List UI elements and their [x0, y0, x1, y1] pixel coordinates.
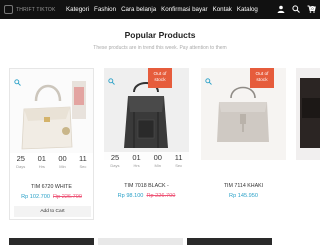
partial-bag-illustration: [300, 78, 320, 148]
main-nav: Kategori Fashion Cara belanja Konfirmasi…: [66, 6, 258, 13]
countdown-seconds: 11 Sec: [79, 153, 87, 169]
countdown-hours: 01 Hrs: [38, 153, 46, 169]
nav-item-konfirmasi-bayar[interactable]: Konfirmasi bayar: [161, 6, 207, 13]
logo-text: THRIFT TIKTOK: [16, 6, 56, 13]
nav-item-fashion[interactable]: Fashion: [94, 6, 116, 13]
countdown-hours-value: 01: [132, 153, 141, 162]
black-backpack-illustration: [124, 82, 168, 148]
current-price: Rp 98.100: [117, 193, 144, 199]
countdown-timer: 25 Days 01 Hrs 00 Min 11 Sec: [10, 153, 93, 179]
product-card-partial[interactable]: [296, 68, 320, 220]
preview-tile: [9, 238, 94, 245]
add-to-cart-button[interactable]: Add to Cart: [14, 206, 91, 217]
nav-item-katalog[interactable]: Katalog: [237, 6, 258, 13]
countdown-minutes-label: Min: [59, 164, 66, 169]
old-price: Rp 226.700: [53, 194, 82, 200]
white-handbag-illustration: [21, 81, 86, 150]
zoom-icon[interactable]: [108, 72, 115, 85]
nav-item-kategori[interactable]: Kategori: [66, 6, 89, 13]
product-image[interactable]: [10, 69, 93, 161]
section-title: Popular Products: [124, 30, 196, 40]
preview-tile: [98, 238, 183, 245]
countdown-seconds-label: Sec: [175, 163, 183, 168]
product-name[interactable]: TIM 7114 KHAKI: [201, 183, 286, 189]
nav-item-kontak[interactable]: Kontak: [213, 6, 232, 13]
countdown-days-label: Days: [110, 163, 120, 168]
countdown-seconds: 11 Sec: [175, 152, 183, 168]
countdown-seconds-value: 11: [174, 153, 183, 162]
product-price: Rp 98.100 Rp 226.700: [104, 193, 189, 199]
product-name[interactable]: TIM 6720 WHITE: [10, 184, 93, 190]
countdown-days-label: Days: [16, 164, 26, 169]
countdown-minutes-label: Min: [154, 163, 161, 168]
preview-tile: [187, 238, 272, 245]
product-price: Rp 102.700 Rp 226.700: [10, 194, 93, 200]
product-card[interactable]: 25 Days 01 Hrs 00 Min 11 Sec TIM 6720 WH…: [9, 68, 94, 220]
countdown-seconds-label: Sec: [79, 164, 87, 169]
countdown-minutes: 00 Min: [58, 153, 66, 169]
product-image[interactable]: [296, 68, 320, 160]
user-icon[interactable]: [276, 3, 286, 14]
countdown-days: 25 Days: [110, 152, 119, 168]
out-of-stock-badge: Out of stock: [148, 68, 172, 88]
out-of-stock-badge: Out of stock: [250, 68, 274, 88]
nav-icons: 0: [276, 3, 316, 14]
countdown-minutes-value: 00: [153, 153, 162, 162]
product-card[interactable]: Out of stock 25 Days 01 Hrs 00 Min 11 Se…: [104, 68, 189, 220]
countdown-seconds-value: 11: [79, 154, 87, 163]
countdown-days-value: 25: [110, 153, 120, 162]
current-price: Rp 102.700: [21, 194, 50, 200]
search-icon[interactable]: [291, 3, 301, 14]
countdown-hours: 01 Hrs: [132, 152, 140, 168]
countdown-minutes-value: 00: [58, 154, 67, 163]
cart-icon[interactable]: 0: [306, 3, 316, 14]
product-name[interactable]: TIM 7018 BLACK -: [104, 183, 189, 189]
countdown-days: 25 Days: [16, 153, 25, 169]
logo-mark-icon: [4, 5, 13, 14]
countdown-days-value: 25: [16, 154, 25, 163]
zoom-icon[interactable]: [14, 73, 21, 86]
top-navbar: THRIFT TIKTOK Kategori Fashion Cara bela…: [0, 0, 320, 19]
section-subtitle: These products are in trend this week. P…: [93, 45, 227, 51]
product-price: Rp 145.950: [201, 193, 286, 199]
product-image[interactable]: Out of stock: [201, 68, 286, 160]
countdown-minutes: 00 Min: [154, 152, 162, 168]
next-row-preview: [0, 238, 320, 245]
countdown-hours-label: Hrs: [38, 164, 45, 169]
current-price: Rp 145.950: [229, 193, 258, 199]
product-card[interactable]: Out of stock TIM 7114 KHAKI Rp 145.950: [201, 68, 286, 220]
countdown-hours-label: Hrs: [133, 163, 140, 168]
product-image[interactable]: Out of stock: [104, 68, 189, 160]
site-logo[interactable]: THRIFT TIKTOK: [4, 4, 60, 15]
countdown-timer: 25 Days 01 Hrs 00 Min 11 Sec: [104, 152, 189, 178]
old-price: Rp 226.700: [146, 193, 176, 199]
nav-item-cara-belanja[interactable]: Cara belanja: [121, 6, 156, 13]
zoom-icon[interactable]: [205, 72, 212, 85]
cart-count-badge: 0: [310, 6, 315, 11]
countdown-hours-value: 01: [37, 154, 46, 163]
